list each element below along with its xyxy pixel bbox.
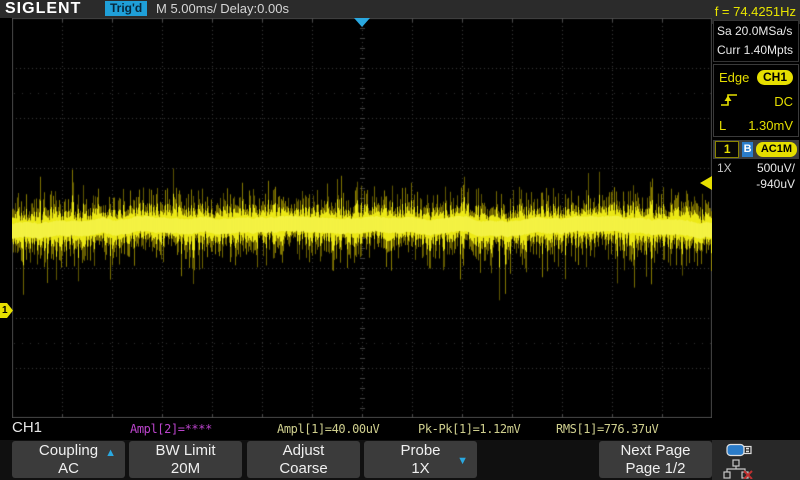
- probe-attenuation: 1X: [717, 161, 732, 175]
- channel1-header: 1 B AC1M: [713, 140, 799, 159]
- measurement-rms1: RMS[1]=776.37uV: [556, 422, 658, 436]
- memory-depth: Curr 1.40Mpts: [717, 41, 795, 60]
- measurement-ampl2: Ampl[2]=****: [130, 422, 212, 436]
- menu-value: AC: [12, 460, 125, 478]
- measurement-channel-label: CH1: [12, 419, 42, 436]
- measurement-pkpk1: Pk-Pk[1]=1.12mV: [418, 422, 520, 436]
- menu-value: 20M: [129, 460, 242, 478]
- volts-per-div: 500uV/: [757, 161, 795, 175]
- menu-label: Next Page: [599, 442, 712, 460]
- menu-value: Page 1/2: [599, 460, 712, 478]
- lan-disconnected-icon: [722, 459, 756, 480]
- trigger-source-badge: CH1: [757, 70, 793, 85]
- menu-value: Coarse: [247, 460, 360, 478]
- measurement-ampl1: Ampl[1]=40.00uV: [277, 422, 379, 436]
- acquisition-info-box: Sa 20.0MSa/s Curr 1.40Mpts: [713, 20, 799, 62]
- menu-button-probe[interactable]: Probe 1X ▼: [364, 441, 477, 478]
- trigger-coupling: DC: [774, 94, 793, 109]
- trigger-status-badge: Trig'd: [105, 1, 147, 16]
- channel1-info-box: 1 B AC1M 1X 500uV/ -940uV: [713, 140, 799, 206]
- trigger-type: Edge: [719, 70, 749, 85]
- top-status-bar: SIGLENT Trig'd M 5.00ms/ Delay:0.00s f =…: [0, 0, 800, 18]
- oscilloscope-screen: SIGLENT Trig'd M 5.00ms/ Delay:0.00s f =…: [0, 0, 800, 480]
- menu-button-next-page[interactable]: Next Page Page 1/2: [599, 441, 712, 478]
- waveform-display: [12, 18, 712, 418]
- bandwidth-limit-badge: B: [742, 142, 752, 157]
- channel-number-badge: 1: [715, 141, 739, 158]
- trigger-info-box: Edge CH1 DC L 1.30mV: [713, 64, 799, 137]
- channel-offset: -940uV: [756, 177, 795, 191]
- brand-logo: SIGLENT: [5, 0, 81, 18]
- menu-label: BW Limit: [129, 442, 242, 460]
- menu-button-adjust[interactable]: Adjust Coarse: [247, 441, 360, 478]
- menu-label: Adjust: [247, 442, 360, 460]
- down-arrow-icon: ▼: [457, 452, 468, 470]
- menu-button-bw-limit[interactable]: BW Limit 20M: [129, 441, 242, 478]
- trigger-position-marker: [354, 18, 370, 27]
- status-icon-area: [712, 440, 800, 480]
- rising-edge-icon: [719, 92, 739, 110]
- trigger-level-label: L: [719, 118, 726, 133]
- soft-menu-bar: Coupling AC ▲ BW Limit 20M Adjust Coarse…: [0, 440, 712, 480]
- sample-rate: Sa 20.0MSa/s: [717, 22, 795, 41]
- trigger-level-marker: [700, 176, 712, 190]
- timebase-readout: M 5.00ms/ Delay:0.00s: [156, 0, 289, 18]
- up-arrow-icon: ▲: [105, 444, 116, 462]
- menu-button-coupling[interactable]: Coupling AC ▲: [12, 441, 125, 478]
- trigger-level-value: 1.30mV: [748, 118, 793, 133]
- channel-coupling-badge: AC1M: [756, 142, 797, 157]
